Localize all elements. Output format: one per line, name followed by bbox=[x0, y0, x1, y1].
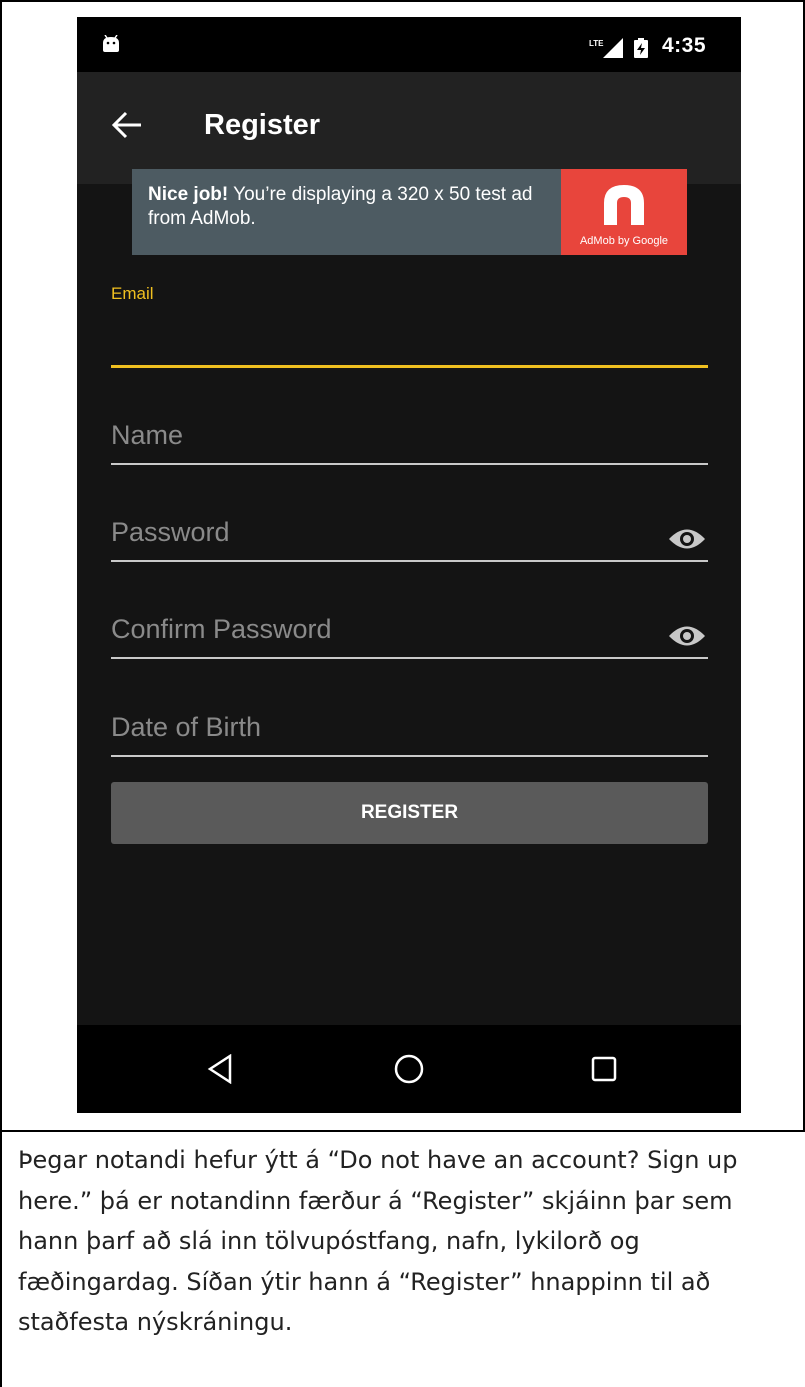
signal-icon: LTE bbox=[589, 38, 623, 58]
nav-back-icon[interactable] bbox=[207, 1054, 233, 1084]
network-type-label: LTE bbox=[589, 39, 604, 48]
confirm-password-underline bbox=[111, 657, 708, 659]
email-label: Email bbox=[111, 284, 154, 303]
ad-text: Nice job! You’re displaying a 320 x 50 t… bbox=[148, 183, 553, 231]
nav-recents-icon[interactable] bbox=[590, 1055, 618, 1083]
android-debug-icon bbox=[103, 35, 119, 52]
status-clock: 4:35 bbox=[662, 34, 707, 57]
navigation-bar bbox=[77, 1025, 741, 1113]
ad-headline: Nice job! bbox=[148, 184, 229, 205]
ad-banner[interactable]: Nice job! You’re displaying a 320 x 50 t… bbox=[132, 169, 687, 255]
name-underline bbox=[111, 463, 708, 465]
app-bar: Register bbox=[77, 72, 741, 184]
password-underline bbox=[111, 560, 708, 562]
eye-icon[interactable] bbox=[668, 623, 706, 649]
confirm-password-placeholder: Confirm Password bbox=[111, 614, 332, 644]
status-bar: LTE 4:35 bbox=[77, 17, 741, 72]
description-caption: Þegar notandi hefur ýtt á “Do not have a… bbox=[18, 1146, 738, 1336]
name-field[interactable]: Name bbox=[111, 420, 708, 468]
arrow-back-icon[interactable] bbox=[111, 110, 143, 140]
phone-screenshot: LTE 4:35 Register Nice job! You’re displ… bbox=[77, 17, 741, 1113]
battery-icon bbox=[634, 38, 648, 58]
date-of-birth-placeholder: Date of Birth bbox=[111, 712, 262, 742]
confirm-password-field[interactable]: Confirm Password bbox=[111, 614, 708, 662]
table-row-divider bbox=[0, 1130, 805, 1132]
register-button[interactable]: REGISTER bbox=[111, 782, 708, 844]
password-placeholder: Password bbox=[111, 517, 230, 547]
admob-logo: AdMob by Google bbox=[561, 169, 687, 255]
admob-logo-icon bbox=[604, 185, 644, 225]
admob-logo-caption: AdMob by Google bbox=[579, 235, 669, 247]
email-field[interactable]: Email bbox=[111, 284, 708, 369]
date-of-birth-underline bbox=[111, 755, 708, 757]
password-field[interactable]: Password bbox=[111, 517, 708, 565]
name-placeholder: Name bbox=[111, 420, 184, 450]
date-of-birth-field[interactable]: Date of Birth bbox=[111, 712, 708, 760]
nav-home-icon[interactable] bbox=[393, 1053, 425, 1085]
table-border-top bbox=[0, 0, 805, 2]
email-underline bbox=[111, 365, 708, 368]
eye-icon[interactable] bbox=[668, 526, 706, 552]
table-border-left bbox=[0, 0, 2, 1387]
page-title: Register bbox=[204, 109, 321, 141]
